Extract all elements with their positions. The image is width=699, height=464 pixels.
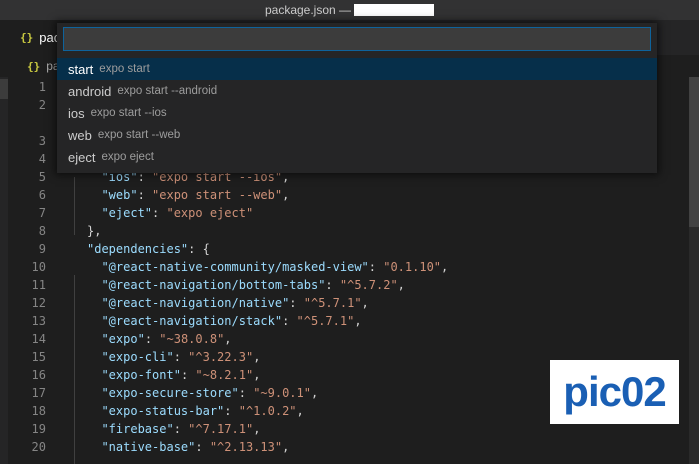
line-code: "@react-native-community/masked-view": "… <box>101 260 449 274</box>
code-line: 20 "native-base": "^2.13.13", <box>0 438 699 456</box>
line-code: "expo-status-bar": "^1.0.2", <box>101 404 304 418</box>
json-value: "^3.22.3" <box>188 350 254 364</box>
quick-pick-item-label: eject <box>68 149 96 165</box>
code-line: 6 "web": "expo start --web", <box>0 186 699 204</box>
code-line: 8}, <box>0 222 699 240</box>
json-key: "@react-navigation/stack" <box>101 314 283 328</box>
line-code: "expo-font": "~8.2.1", <box>101 368 261 382</box>
json-icon: {} <box>27 59 41 73</box>
line-code: "expo": "~38.0.8", <box>101 332 232 346</box>
quick-pick-item-description: expo start --web <box>97 129 181 141</box>
line-code: "@react-navigation/native": "^5.7.1", <box>101 296 369 310</box>
window-title: package.json — <box>264 3 352 17</box>
json-value: "^2.13.13" <box>209 440 283 454</box>
json-value: "^7.17.1" <box>188 422 254 436</box>
line-number: 14 <box>31 332 46 346</box>
json-key: "expo-status-bar" <box>101 404 225 418</box>
json-value: "expo eject" <box>166 206 254 220</box>
quick-pick-item[interactable]: eject expo eject <box>57 146 657 168</box>
line-code: "dependencies": { <box>87 242 210 256</box>
line-number: 10 <box>31 260 46 274</box>
json-key: "@react-navigation/native" <box>101 296 290 310</box>
line-number: 20 <box>31 440 46 454</box>
line-code: }, <box>87 224 102 238</box>
json-value: "expo start --web" <box>152 188 283 202</box>
line-code: "web": "expo start --web", <box>101 188 290 202</box>
code-line: 12 "@react-navigation/native": "^5.7.1", <box>0 294 699 312</box>
line-number: 8 <box>38 224 46 238</box>
line-code: "@react-navigation/bottom-tabs": "^5.7.2… <box>101 278 405 292</box>
json-key: "expo" <box>101 332 145 346</box>
line-number: 3 <box>38 134 46 148</box>
indent-guide <box>74 177 75 235</box>
title-bar: package.json — <box>0 0 699 20</box>
indent-guide <box>74 275 75 464</box>
json-value: "~38.0.8" <box>159 332 225 346</box>
redacted-block <box>354 4 435 16</box>
code-line: 9 "dependencies": { <box>0 240 699 258</box>
line-code: "expo-cli": "^3.22.3", <box>101 350 261 364</box>
line-number: 4 <box>38 152 46 166</box>
json-key: "eject" <box>101 206 153 220</box>
json-value: "^5.7.1" <box>296 314 355 328</box>
quick-pick-item-label: start <box>68 61 94 77</box>
json-value: "0.1.10" <box>383 260 442 274</box>
line-number: 19 <box>31 422 46 436</box>
watermark-logo: pic02 <box>550 360 679 424</box>
json-value: "^5.7.2" <box>339 278 398 292</box>
line-number: 9 <box>38 242 46 256</box>
json-key: "expo-font" <box>101 368 181 382</box>
quick-pick-item-description: expo start --android <box>117 85 218 97</box>
line-number: 17 <box>31 386 46 400</box>
code-line: 11 "@react-navigation/bottom-tabs": "^5.… <box>0 276 699 294</box>
json-key: "@react-navigation/bottom-tabs" <box>101 278 326 292</box>
quick-pick-item[interactable]: web expo start --web <box>57 124 657 146</box>
line-number: 1 <box>38 80 46 94</box>
json-icon: {} <box>20 31 34 44</box>
quick-pick-input[interactable] <box>63 27 651 51</box>
json-key: "web" <box>101 188 138 202</box>
json-key: "native-base" <box>101 440 196 454</box>
json-value: "^1.0.2" <box>238 404 297 418</box>
json-key: "expo-secure-store" <box>101 386 239 400</box>
quick-pick-item-description: expo start --ios <box>90 107 167 119</box>
line-number: 5 <box>38 170 46 184</box>
line-number: 7 <box>38 206 46 220</box>
quick-pick-item[interactable]: android expo start --android <box>57 80 657 102</box>
json-value: "^5.7.1" <box>303 296 362 310</box>
line-number: 13 <box>31 314 46 328</box>
line-number: 15 <box>31 350 46 364</box>
quick-pick-item-description: expo eject <box>101 151 154 163</box>
code-line: 7 "eject": "expo eject" <box>0 204 699 222</box>
line-number: 11 <box>31 278 46 292</box>
line-number: 12 <box>31 296 46 310</box>
line-number: 16 <box>31 368 46 382</box>
line-number: 2 <box>38 98 46 112</box>
code-line: 13 "@react-navigation/stack": "^5.7.1", <box>0 312 699 330</box>
json-key: "expo-cli" <box>101 350 174 364</box>
json-key: "dependencies" <box>87 242 189 256</box>
json-value: "~8.2.1" <box>195 368 254 382</box>
line-number: 6 <box>38 188 46 202</box>
code-line: 14 "expo": "~38.0.8", <box>0 330 699 348</box>
line-code: "@react-navigation/stack": "^5.7.1", <box>101 314 362 328</box>
watermark-text: pic02 <box>563 368 666 415</box>
line-code: "expo-secure-store": "~9.0.1", <box>101 386 319 400</box>
code-line: 10 "@react-native-community/masked-view"… <box>0 258 699 276</box>
quick-pick-list: start expo start android expo start --andro… <box>57 58 657 168</box>
quick-pick-item-description: expo start <box>99 63 150 75</box>
line-number: 18 <box>31 404 46 418</box>
quick-pick-panel: start expo start android expo start --andro… <box>57 23 657 173</box>
line-code: "firebase": "^7.17.1", <box>101 422 261 436</box>
json-key: "@react-native-community/masked-view" <box>101 260 369 274</box>
line-code: "eject": "expo eject" <box>101 206 254 220</box>
quick-pick-item-label: web <box>68 127 92 143</box>
quick-pick-item-label: ios <box>68 105 85 121</box>
json-key: "firebase" <box>101 422 174 436</box>
json-value: "~9.0.1" <box>253 386 311 400</box>
quick-pick-item[interactable]: ios expo start --ios <box>57 102 657 124</box>
quick-pick-item[interactable]: start expo start <box>57 58 657 80</box>
line-code: "native-base": "^2.13.13", <box>101 440 290 454</box>
quick-pick-item-label: android <box>68 83 112 99</box>
